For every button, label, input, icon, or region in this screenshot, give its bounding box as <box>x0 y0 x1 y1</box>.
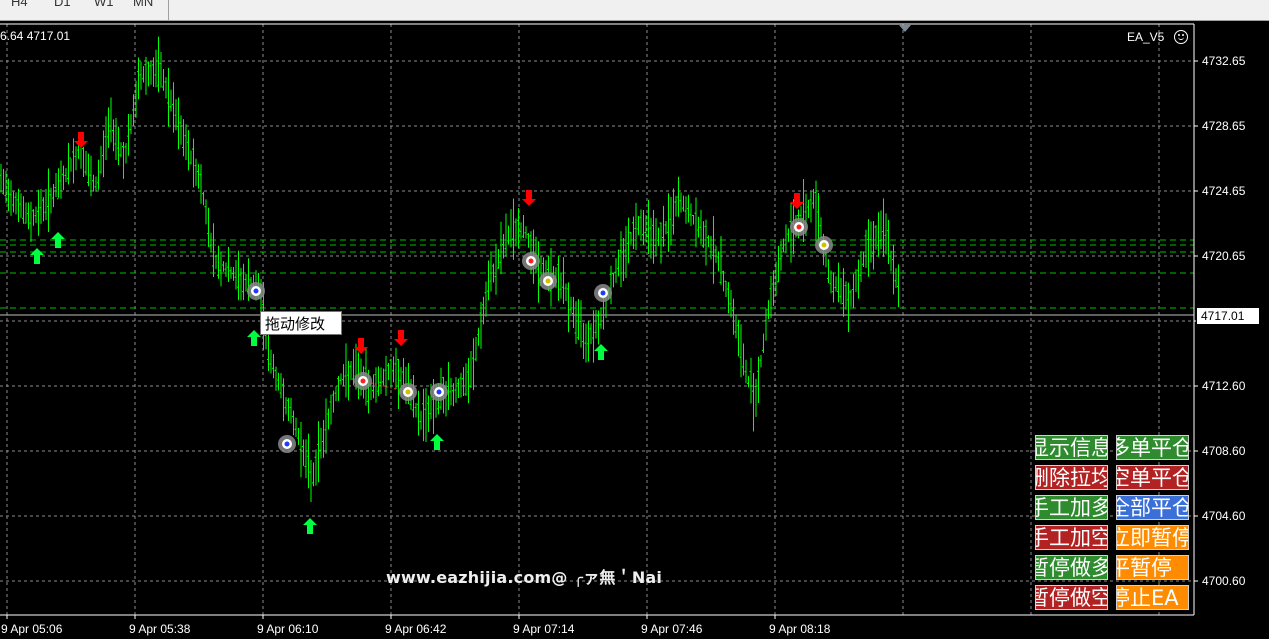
chart-grid <box>0 24 1194 615</box>
sell-signal-arrow <box>74 132 88 148</box>
timeframe-w1-button[interactable]: W1 <box>94 0 114 9</box>
price-tick-label: 4712.60 <box>1202 379 1246 393</box>
trade-marker-dot <box>360 378 366 384</box>
time-tick-label: 9 Apr 06:42 <box>385 622 447 636</box>
price-tick-label: 4728.65 <box>1202 119 1246 133</box>
price-tick-label: 4704.60 <box>1202 509 1246 523</box>
price-tick-label: 4724.65 <box>1202 184 1246 198</box>
timeframe-mn-button[interactable]: MN <box>133 0 153 9</box>
sell-signal-arrow <box>522 190 536 206</box>
ea-name-label: EA_V5 <box>1127 30 1165 44</box>
timeframe-toolbar: H4 D1 W1 MN <box>0 0 1269 21</box>
panel-button[interactable]: 暂停做多 <box>1035 555 1108 580</box>
time-tick-label: 9 Apr 05:06 <box>1 622 63 636</box>
signal-arrows <box>30 132 804 534</box>
buy-signal-arrow <box>430 434 444 450</box>
panel-button[interactable]: 手工加空 <box>1035 525 1108 550</box>
trade-marker-dot <box>821 242 827 248</box>
ea-smile-icon[interactable] <box>1174 30 1188 44</box>
trade-marker-dot <box>284 441 290 447</box>
drag-modify-tooltip: 拖动修改 <box>260 311 342 335</box>
trade-marker-dot <box>796 224 802 230</box>
trade-marker-dot <box>600 290 606 296</box>
trade-marker-dot <box>436 389 442 395</box>
time-tick-label: 9 Apr 05:38 <box>129 622 191 636</box>
panel-button[interactable]: 停止EA <box>1116 585 1189 610</box>
current-price-label: 4717.01 <box>1196 307 1260 325</box>
chart-axes <box>0 23 1195 616</box>
buy-signal-arrow <box>594 344 608 360</box>
time-axis: 9 Apr 05:06 9 Apr 05:38 9 Apr 06:10 9 Apr 0… <box>1 615 831 636</box>
sell-signal-arrow <box>394 330 408 346</box>
timeframe-d1-button[interactable]: D1 <box>54 0 71 9</box>
price-tick-label: 4720.65 <box>1202 249 1246 263</box>
time-tick-label: 9 Apr 06:10 <box>257 622 319 636</box>
trade-marker-dot <box>253 288 259 294</box>
price-tick-label: 4700.60 <box>1202 574 1246 588</box>
panel-button[interactable]: 立即暂停 <box>1116 525 1189 550</box>
time-tick-label: 9 Apr 08:18 <box>769 622 831 636</box>
panel-button[interactable]: 平暂停 <box>1116 555 1189 580</box>
price-tick-label: 4708.60 <box>1202 444 1246 458</box>
trade-marker-dot <box>405 389 411 395</box>
panel-button[interactable]: 暂停做空 <box>1035 585 1108 610</box>
trade-markers <box>247 218 833 453</box>
panel-button[interactable]: 全部平仓 <box>1116 495 1189 520</box>
timeframe-group: H4 D1 W1 MN <box>0 0 169 20</box>
time-tick-label: 9 Apr 07:14 <box>513 622 575 636</box>
time-tick-label: 9 Apr 07:46 <box>641 622 703 636</box>
sell-signal-arrow <box>790 193 804 209</box>
panel-button[interactable]: 多单平仓 <box>1116 435 1189 460</box>
panel-button[interactable]: 删除拉均 <box>1035 465 1108 490</box>
trade-marker-dot <box>528 258 534 264</box>
trade-marker-dot <box>545 278 551 284</box>
panel-button[interactable]: 空单平仓 <box>1116 465 1189 490</box>
level-lines <box>0 239 1194 316</box>
panel-button[interactable]: 手工加多 <box>1035 495 1108 520</box>
timeframe-h4-button[interactable]: H4 <box>11 0 28 9</box>
price-tick-label: 4732.65 <box>1202 54 1246 68</box>
chart-header-info: 6.64 4717.01 <box>0 29 71 43</box>
panel-button[interactable]: 显示信息 <box>1035 435 1108 460</box>
watermark-text: www.eazhijia.com@ ╭ァ無＇Nai <box>386 568 663 587</box>
buy-signal-arrow <box>247 330 261 346</box>
buy-signal-arrow <box>303 518 317 534</box>
